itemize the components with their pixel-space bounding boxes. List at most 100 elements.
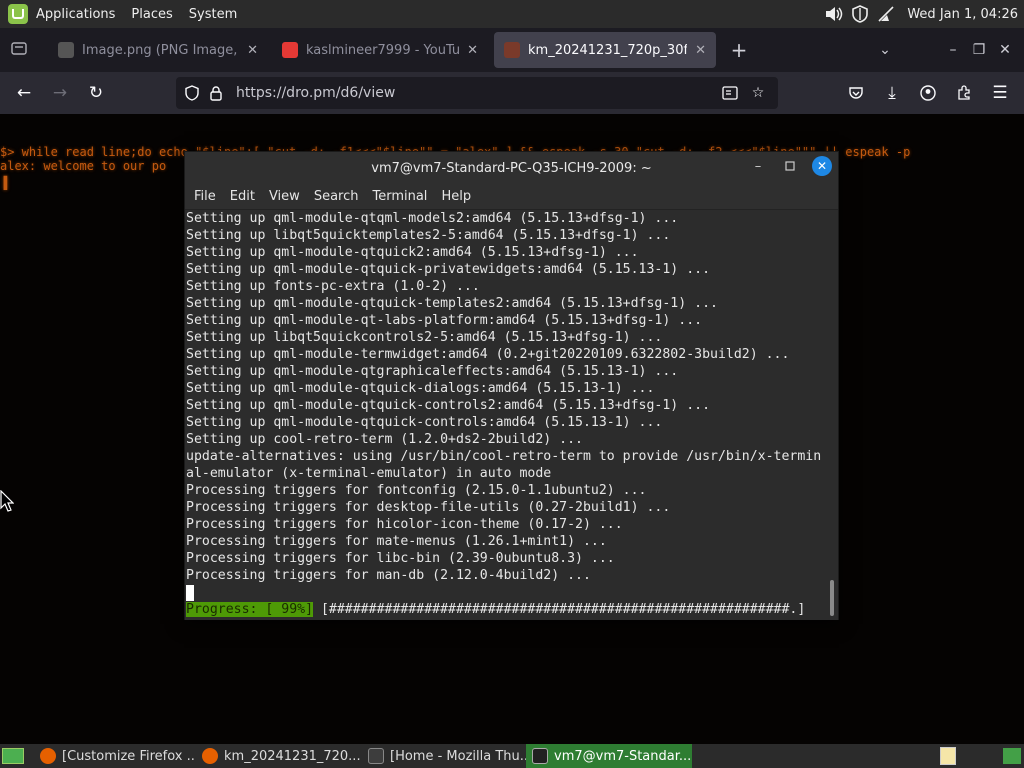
lock-icon[interactable] [204, 81, 228, 105]
tab-image-png[interactable]: Image.png (PNG Image, 11 ✕ [48, 32, 268, 68]
terminal-scrollbar[interactable] [826, 210, 838, 620]
close-tab-icon[interactable]: ✕ [247, 43, 258, 58]
scrollbar-thumb[interactable] [830, 580, 834, 616]
taskbar-item-terminal[interactable]: vm7@vm7-Standar... [526, 744, 692, 768]
minimize-window-icon[interactable]: – [940, 42, 966, 58]
terminal-line: Setting up qml-module-qtquick-privatewid… [186, 262, 711, 277]
tab-video-active[interactable]: km_20241231_720p_30f_2 ✕ [494, 32, 716, 68]
minimize-icon[interactable]: – [748, 156, 768, 176]
shield-icon[interactable] [180, 81, 204, 105]
terminal-title: vm7@vm7-Standard-PC-Q35-ICH9-2009: ~ [371, 160, 652, 176]
list-tabs-chevron-down-icon[interactable]: ⌄ [872, 42, 898, 58]
show-desktop-icon[interactable] [0, 744, 26, 768]
terminal-line: Processing triggers for man-db (2.12.0-4… [186, 568, 591, 583]
tab-label: km_20241231_720p_30f_2 [528, 42, 688, 58]
task-label: [Home - Mozilla Thu... [390, 748, 526, 764]
taskbar-item-firefox-video[interactable]: km_20241231_720... [196, 744, 362, 768]
terminal-output[interactable]: Setting up qml-module-qtqml-models2:amd6… [185, 210, 828, 620]
terminal-line: Setting up cool-retro-term (1.2.0+ds2-2b… [186, 432, 583, 447]
tab-label: Image.png (PNG Image, 11 [82, 42, 239, 58]
tab-youtube[interactable]: kaslmineer7999 - YouTube ✕ [272, 32, 488, 68]
shield-icon[interactable] [851, 5, 869, 23]
terminal-line: Setting up libqt5quickcontrols2-5:amd64 … [186, 330, 663, 345]
workspace-switcher[interactable] [1000, 744, 1024, 768]
firefox-icon [202, 748, 218, 764]
bookmark-star-icon[interactable]: ☆ [746, 81, 770, 105]
terminal-line: Setting up qml-module-qt-labs-platform:a… [186, 313, 703, 328]
terminal-line: Processing triggers for libc-bin (2.39-0… [186, 551, 615, 566]
terminal-icon [532, 748, 548, 764]
menu-view[interactable]: View [262, 189, 307, 204]
menu-terminal[interactable]: Terminal [365, 189, 434, 204]
pocket-icon[interactable] [838, 77, 874, 109]
terminal-window[interactable]: vm7@vm7-Standard-PC-Q35-ICH9-2009: ~ – ✕… [184, 151, 839, 620]
close-tab-icon[interactable]: ✕ [695, 43, 706, 58]
menu-edit[interactable]: Edit [223, 189, 262, 204]
taskbar-item-thunderbird[interactable]: [Home - Mozilla Thu... [362, 744, 526, 768]
notes-applet-icon[interactable] [936, 744, 960, 768]
network-disconnected-icon[interactable] [877, 5, 895, 23]
taskbar-item-firefox-customize[interactable]: [Customize Firefox ... [34, 744, 196, 768]
close-window-icon[interactable]: ✕ [992, 42, 1018, 58]
hamburger-menu-icon[interactable]: ☰ [982, 77, 1018, 109]
menu-search[interactable]: Search [307, 189, 366, 204]
reload-icon[interactable]: ↻ [78, 77, 114, 109]
clock[interactable]: Wed Jan 1, 04:26 [907, 7, 1018, 22]
reader-view-icon[interactable] [718, 81, 742, 105]
mouse-pointer-icon [0, 489, 15, 516]
terminal-titlebar[interactable]: vm7@vm7-Standard-PC-Q35-ICH9-2009: ~ – ✕ [185, 152, 838, 184]
downloads-icon[interactable]: ⤓ [874, 77, 910, 109]
terminal-line: al-emulator (x-terminal-emulator) in aut… [186, 466, 552, 481]
menu-places[interactable]: Places [123, 7, 180, 22]
crt-cursor: ▐ [0, 176, 8, 190]
terminal-line: Setting up libqt5quicktemplates2-5:amd64… [186, 228, 671, 243]
mint-menu-icon[interactable] [8, 4, 28, 24]
image-icon [58, 42, 74, 58]
youtube-icon [282, 42, 298, 58]
top-panel: Applications Places System Wed Jan 1, 04… [0, 0, 1024, 28]
tab-overview-icon[interactable] [6, 41, 32, 59]
crt-output-line: alex: welcome to our po [0, 159, 167, 173]
menu-applications[interactable]: Applications [28, 7, 123, 22]
menu-system[interactable]: System [181, 7, 245, 22]
firefox-icon [40, 748, 56, 764]
taskbar: [Customize Firefox ... km_20241231_720..… [0, 744, 1024, 768]
new-tab-icon[interactable]: + [726, 38, 752, 62]
terminal-line: Processing triggers for hicolor-icon-the… [186, 517, 623, 532]
thunderbird-icon [368, 748, 384, 764]
menu-help[interactable]: Help [434, 189, 478, 204]
terminal-line: Setting up qml-module-qtquick2:amd64 (5.… [186, 245, 639, 260]
terminal-cursor [186, 585, 194, 601]
account-icon[interactable] [910, 77, 946, 109]
terminal-line: Setting up fonts-pc-extra (1.0-2) ... [186, 279, 480, 294]
progress-line: Progress: [ 99%] [######################… [186, 601, 828, 619]
terminal-line: Setting up qml-module-qtquick-dialogs:am… [186, 381, 655, 396]
url-text[interactable]: https://dro.pm/d6/view [236, 85, 395, 101]
task-label: vm7@vm7-Standar... [554, 748, 692, 764]
terminal-line: Setting up qml-module-qtgraphicaleffects… [186, 364, 679, 379]
terminal-menubar: File Edit View Search Terminal Help [185, 184, 838, 210]
forward-icon[interactable]: → [42, 77, 78, 109]
volume-icon[interactable] [825, 5, 843, 23]
tab-label: kaslmineer7999 - YouTube [306, 42, 460, 58]
terminal-line: Setting up qml-module-qtquick-controls2:… [186, 398, 711, 413]
maximize-icon[interactable] [780, 156, 800, 176]
terminal-line: Processing triggers for desktop-file-uti… [186, 500, 671, 515]
system-tray: Wed Jan 1, 04:26 [825, 0, 1018, 28]
url-bar[interactable]: https://dro.pm/d6/view ☆ [176, 77, 778, 109]
progress-bar: [#######################################… [313, 602, 806, 617]
progress-label: Progress: [ 99%] [186, 602, 314, 617]
browser-nav-bar: ← → ↻ https://dro.pm/d6/view ☆ ⤓ ☰ [0, 72, 1024, 114]
terminal-line: Setting up qml-module-qtqml-models2:amd6… [186, 211, 679, 226]
terminal-line: Processing triggers for mate-menus (1.26… [186, 534, 607, 549]
restore-window-icon[interactable]: ❐ [966, 42, 992, 58]
extensions-icon[interactable] [946, 77, 982, 109]
back-icon[interactable]: ← [6, 77, 42, 109]
close-icon[interactable]: ✕ [812, 156, 832, 176]
terminal-line: Processing triggers for fontconfig (2.15… [186, 483, 647, 498]
browser-tab-bar: Image.png (PNG Image, 11 ✕ kaslmineer799… [0, 28, 1024, 72]
terminal-line: Setting up qml-module-qtquick-controls:a… [186, 415, 663, 430]
terminal-line: Setting up qml-module-qtquick-templates2… [186, 296, 718, 311]
close-tab-icon[interactable]: ✕ [467, 43, 478, 58]
menu-file[interactable]: File [187, 189, 223, 204]
